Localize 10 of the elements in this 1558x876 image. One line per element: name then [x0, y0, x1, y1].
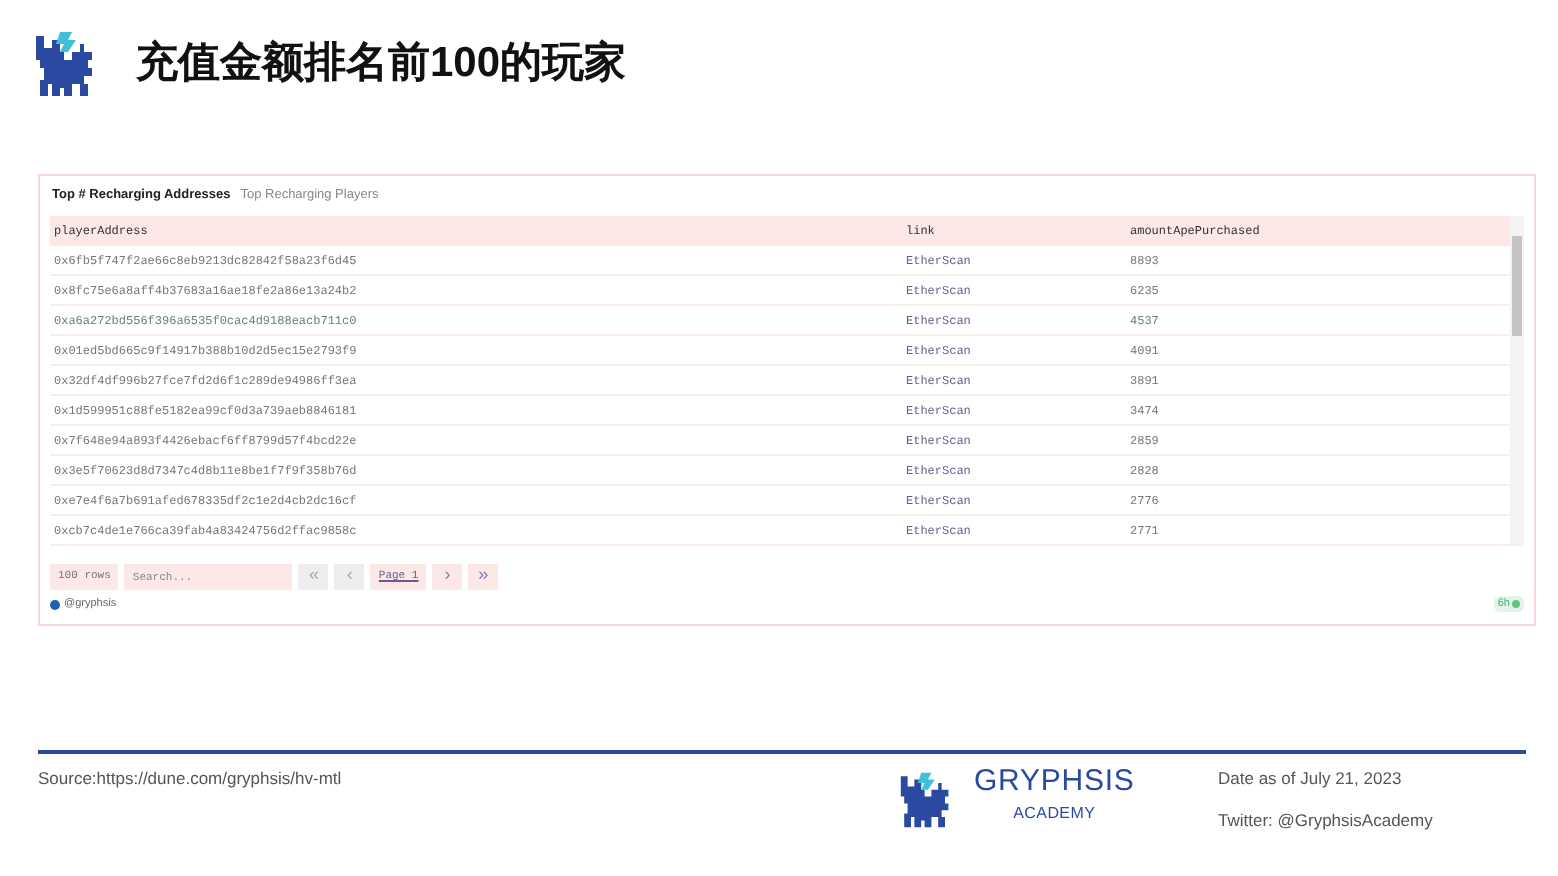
- brand-name: GRYPHSIS: [974, 766, 1135, 796]
- scrollbar[interactable]: [1510, 216, 1524, 546]
- avatar-icon: [50, 599, 60, 610]
- date-text: Date as of July 21, 2023: [1218, 766, 1404, 792]
- twitter-handle: Twitter: @GryphsisAcademy: [1218, 807, 1433, 833]
- pager-button[interactable]: »: [468, 564, 499, 590]
- slide-title: 充值金额排名前100的玩家: [136, 37, 627, 91]
- source-text: Source:https://dune.com/gryphsis/hv-mtl: [38, 766, 344, 792]
- pager-button[interactable]: ›: [432, 564, 463, 590]
- brand-subtitle: ACADEMY: [1013, 802, 1096, 826]
